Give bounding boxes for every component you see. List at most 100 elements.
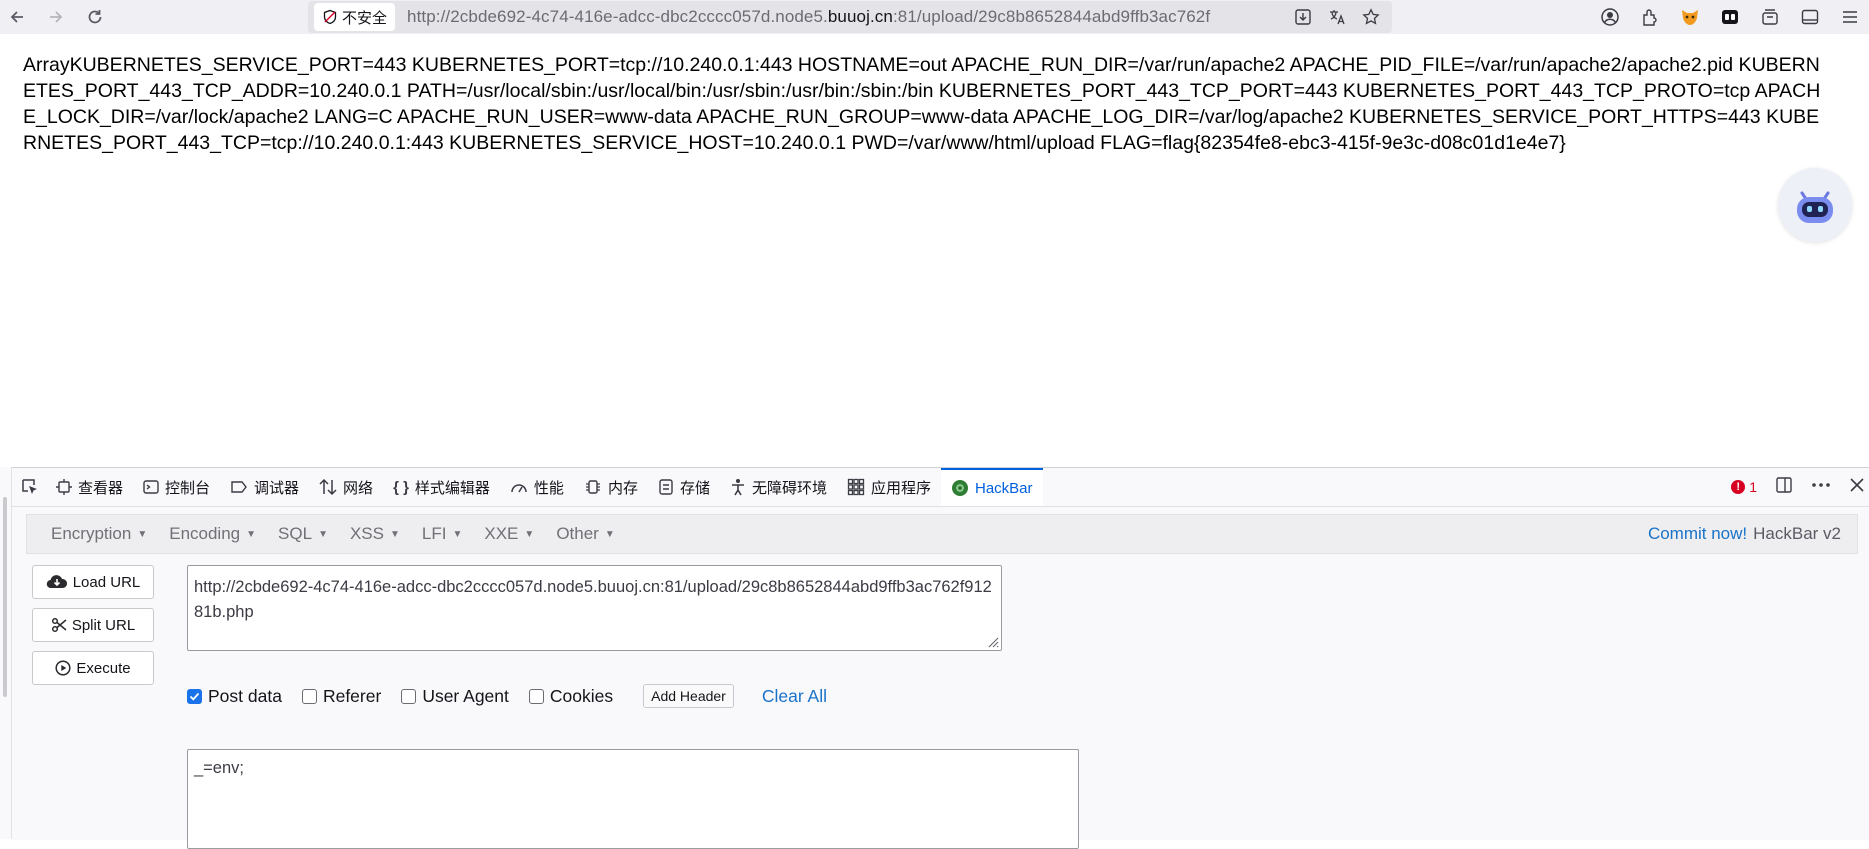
collections-button[interactable]: [1757, 4, 1783, 30]
extensions-button[interactable]: [1637, 4, 1663, 30]
execute-button[interactable]: Execute: [32, 651, 154, 685]
caret-down-icon: ▼: [390, 528, 400, 540]
user-agent-option[interactable]: User Agent: [401, 686, 509, 707]
url-textarea[interactable]: http://2cbde692-4c74-416e-adcc-dbc2cccc0…: [187, 565, 1002, 651]
caret-down-icon: ▼: [318, 528, 328, 540]
caret-down-icon: ▼: [524, 528, 535, 540]
menu-encoding[interactable]: Encoding ▼: [169, 524, 256, 544]
error-badge[interactable]: ! 1: [1731, 479, 1757, 495]
add-header-button[interactable]: Add Header: [643, 684, 734, 708]
close-devtools-button[interactable]: [1849, 477, 1865, 497]
tab-accessibility[interactable]: 无障碍环境: [720, 468, 837, 506]
cookies-checkbox[interactable]: [528, 688, 544, 704]
storage-icon: [659, 479, 673, 495]
menu-label: Encoding: [169, 524, 241, 543]
tab-label: 样式编辑器: [414, 479, 490, 497]
hackbar-icon: [952, 480, 968, 496]
more-options-button[interactable]: [1811, 476, 1831, 498]
bookmark-button[interactable]: [1358, 4, 1384, 30]
menu-encryption[interactable]: Encryption ▼: [51, 524, 147, 544]
tab-label: 内存: [607, 479, 638, 497]
error-icon: !: [1731, 480, 1746, 494]
url-bar[interactable]: 不安全 http://2cbde692-4c74-416e-adcc-dbc2c…: [308, 1, 1392, 33]
resize-grip-icon[interactable]: [985, 634, 999, 648]
page-output: ArrayKUBERNETES_SERVICE_PORT=443 KUBERNE…: [23, 52, 1823, 156]
tab-storage[interactable]: 存储: [648, 468, 720, 506]
menu-sql[interactable]: SQL ▼: [278, 524, 328, 544]
user-agent-checkbox[interactable]: [401, 688, 417, 704]
commit-now-link[interactable]: Commit now!: [1648, 524, 1747, 543]
tab-extension-icon: [1722, 10, 1738, 24]
translate-icon: [1330, 10, 1345, 25]
tab-application[interactable]: 应用程序: [837, 468, 941, 506]
menu-xxe[interactable]: XXE ▼: [484, 524, 534, 544]
tab-hackbar[interactable]: HackBar: [941, 468, 1043, 506]
forward-button[interactable]: [39, 0, 73, 34]
menu-xss[interactable]: XSS ▼: [350, 524, 400, 544]
address-text[interactable]: http://2cbde692-4c74-416e-adcc-dbc2cccc0…: [407, 7, 1347, 27]
menu-button[interactable]: [1837, 4, 1863, 30]
tab-network[interactable]: 网络: [309, 468, 383, 506]
robot-icon: [1797, 191, 1833, 223]
url-prefix: http://2cbde692-4c74-416e-adcc-dbc2cccc0…: [407, 7, 828, 26]
reload-button[interactable]: [78, 0, 112, 34]
tab-debugger[interactable]: 调试器: [220, 468, 309, 506]
check-icon: [189, 692, 200, 701]
tab-inspector[interactable]: 查看器: [46, 468, 133, 506]
split-url-button[interactable]: Split URL: [32, 608, 154, 642]
browser-toolbar: 不安全 http://2cbde692-4c74-416e-adcc-dbc2c…: [0, 0, 1869, 34]
cookies-option[interactable]: Cookies: [528, 686, 613, 707]
scroll-thumb[interactable]: [3, 497, 7, 697]
tab-style-editor[interactable]: { } 样式编辑器: [383, 468, 500, 506]
env-output-text: ArrayKUBERNETES_SERVICE_PORT=443 KUBERNE…: [23, 54, 1821, 154]
menu-icon: [1843, 11, 1857, 23]
tab-console[interactable]: 控制台: [133, 468, 220, 506]
shield-icon: [323, 9, 337, 25]
download-icon: [1295, 9, 1311, 25]
post-data-checkbox[interactable]: [187, 688, 202, 704]
load-url-button[interactable]: Load URL: [32, 565, 154, 599]
menu-lfi[interactable]: LFI ▼: [422, 524, 462, 544]
style-editor-icon: { }: [393, 478, 409, 496]
tab-label: 调试器: [254, 479, 300, 497]
memory-icon: [585, 480, 600, 494]
url-value: http://2cbde692-4c74-416e-adcc-dbc2cccc0…: [194, 578, 992, 621]
forward-icon: [50, 11, 63, 23]
element-picker-button[interactable]: [12, 468, 46, 506]
dock-button[interactable]: [1775, 476, 1793, 498]
referer-option[interactable]: Referer: [301, 686, 381, 707]
tab-label: 性能: [533, 479, 564, 497]
menu-label: LFI: [421, 524, 447, 543]
account-button[interactable]: [1597, 4, 1623, 30]
inspector-icon: [56, 479, 72, 495]
star-icon: [1362, 8, 1380, 25]
menu-other[interactable]: Other ▼: [556, 524, 614, 544]
network-icon: [319, 478, 337, 496]
post-data-option[interactable]: Post data: [187, 686, 282, 707]
tab-performance[interactable]: 性能: [500, 468, 574, 506]
referer-checkbox[interactable]: [301, 688, 317, 704]
assistant-button[interactable]: [1778, 168, 1852, 242]
tab-extension-button[interactable]: [1717, 4, 1743, 30]
tab-label: 网络: [343, 479, 374, 497]
cloud-download-icon: [46, 575, 67, 589]
application-icon: [847, 478, 865, 496]
load-url-label: Load URL: [72, 573, 141, 591]
debugger-icon: [231, 481, 247, 493]
fox-extension-button[interactable]: [1677, 4, 1703, 30]
devtools-panel: 查看器 控制台 调试器 网络 { } 样式编辑器 性能 内存 存储 无障碍环境 …: [12, 467, 1869, 849]
download-button[interactable]: [1290, 4, 1316, 30]
menu-label: SQL: [278, 524, 313, 543]
hackbar-branding: Commit now! HackBar v2: [1648, 524, 1841, 544]
clear-all-link[interactable]: Clear All: [762, 686, 827, 707]
tab-memory[interactable]: 内存: [574, 468, 648, 506]
security-badge[interactable]: 不安全: [314, 3, 396, 31]
devtools-tabs: 查看器 控制台 调试器 网络 { } 样式编辑器 性能 内存 存储 无障碍环境 …: [12, 468, 1869, 507]
left-scrollbar[interactable]: [0, 467, 12, 839]
translate-button[interactable]: [1324, 4, 1350, 30]
devtools-right-controls: ! 1: [1731, 468, 1865, 506]
back-button[interactable]: [0, 0, 34, 34]
scissors-icon: [51, 617, 67, 633]
post-data-textarea[interactable]: _=env;: [187, 749, 1079, 849]
sidebar-button[interactable]: [1797, 4, 1823, 30]
